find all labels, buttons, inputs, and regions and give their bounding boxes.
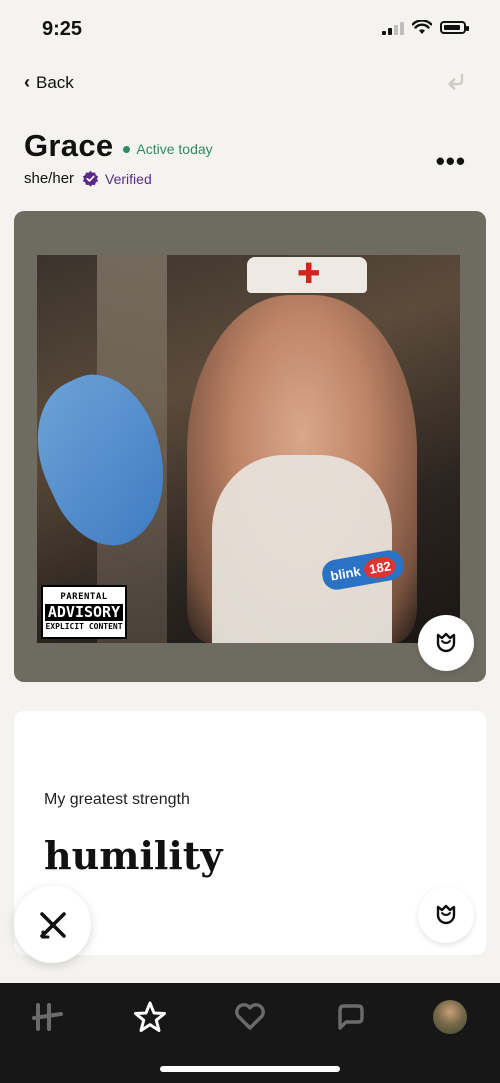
verified-label: Verified (105, 170, 152, 187)
rose-icon (436, 632, 456, 653)
undo-icon[interactable] (444, 70, 468, 94)
verified-icon (82, 170, 99, 187)
rose-icon (436, 904, 456, 925)
prompt-rose-button[interactable] (418, 887, 474, 943)
tab-matches[interactable] (330, 997, 370, 1037)
red-cross-icon: ✚ (297, 258, 321, 289)
profile-header: Grace Active today (24, 128, 213, 164)
wifi-icon (412, 20, 432, 34)
hinge-logo-icon (32, 1003, 63, 1031)
star-icon (134, 1001, 166, 1032)
battery-icon (440, 21, 469, 34)
skip-button[interactable] (14, 886, 91, 963)
prompt-question: My greatest strength (44, 791, 190, 808)
badge-text: blink (329, 563, 362, 584)
advisory-line-2: ADVISORY (44, 604, 124, 621)
profile-photo-card[interactable]: ✚ blink 182 PARENTAL ADVISORY EXPLICIT C… (14, 211, 486, 682)
chat-icon (338, 1004, 364, 1030)
active-status-label: Active today (136, 141, 213, 157)
pronouns: she/her (24, 170, 75, 187)
active-dot-icon (123, 145, 131, 153)
badge-number: 182 (362, 553, 398, 581)
photo-figure-top (212, 455, 392, 643)
photo-rose-button[interactable] (418, 615, 474, 671)
active-status: Active today (123, 141, 213, 157)
close-icon (39, 911, 66, 938)
advisory-line-1: PARENTAL (60, 592, 108, 602)
profile-photo: ✚ blink 182 PARENTAL ADVISORY EXPLICIT C… (37, 255, 460, 643)
signal-icon (382, 21, 404, 35)
more-options-button[interactable]: ••• (436, 148, 466, 174)
tab-standouts[interactable] (130, 997, 170, 1037)
parental-advisory-label: PARENTAL ADVISORY EXPLICIT CONTENT (41, 585, 127, 639)
chevron-left-icon: ‹ (24, 72, 30, 92)
status-bar: 9:25 (0, 0, 500, 60)
avatar (433, 1000, 467, 1034)
back-label: Back (36, 72, 74, 92)
status-icons (382, 20, 469, 35)
profile-name: Grace (24, 128, 114, 163)
home-indicator (160, 1066, 340, 1072)
tab-discover[interactable] (28, 997, 68, 1037)
heart-chat-icon (235, 1003, 265, 1030)
status-time: 9:25 (42, 18, 83, 40)
verified-badge: Verified (82, 170, 152, 187)
photo-blue-glove (37, 357, 194, 563)
tab-likes[interactable] (230, 997, 270, 1037)
prompt-answer: humility (44, 833, 223, 878)
tab-profile[interactable] (430, 997, 470, 1037)
nav-row: ‹ Back (0, 62, 500, 106)
profile-subheader: she/her Verified (24, 170, 152, 187)
advisory-line-3: EXPLICIT CONTENT (45, 622, 123, 631)
back-button[interactable]: ‹ Back (24, 72, 74, 93)
